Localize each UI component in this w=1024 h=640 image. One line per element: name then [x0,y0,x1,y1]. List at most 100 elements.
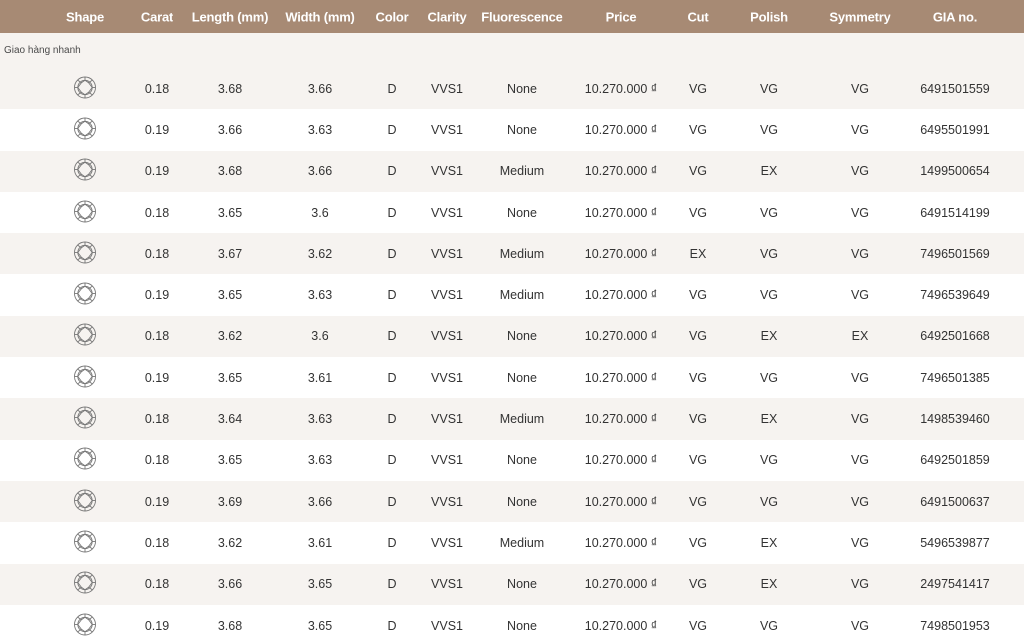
column-header-width[interactable]: Width (mm) [285,9,354,24]
table-row[interactable]: 0.19 3.65 3.63 D VVS1 Medium 10.270.000 ₫ VG VG V… [0,274,1024,316]
cell-width: 3.61 [307,535,333,550]
cell-polish: EX [760,412,778,427]
cell-fluorescence: None [507,329,537,344]
cell-fluorescence: Medium [499,535,545,550]
round-diamond-icon [73,75,97,102]
cell-price: 10.270.000 ₫ [584,205,658,220]
round-diamond-icon [73,323,97,350]
table-row[interactable]: 0.18 3.65 3.63 D VVS1 None 10.270.000 ₫ VG VG VG 6… [0,439,1024,481]
round-diamond-icon [73,282,97,309]
table-row[interactable]: 0.18 3.64 3.63 D VVS1 Medium 10.270.000 ₫ VG EX V… [0,398,1024,440]
cell-color: D [387,246,397,261]
cell-carat: 0.19 [144,122,170,137]
cell-carat: 0.19 [144,494,170,509]
table-row[interactable]: 0.18 3.62 3.6 D VVS1 None 10.270.000 ₫ VG EX EX 64… [0,315,1024,358]
cell-fluorescence: None [507,618,537,633]
cell-price: 10.270.000 ₫ [584,329,658,344]
round-diamond-icon [73,199,97,226]
cell-gia-number: 5496539877 [920,535,990,550]
cell-gia-number: 7496539649 [920,288,990,303]
table-row[interactable]: 0.19 3.65 3.61 D VVS1 None 10.270.000 ₫ VG VG VG 7… [0,357,1024,399]
column-header-cut[interactable]: Cut [687,9,708,24]
cell-price: 10.270.000 ₫ [584,370,658,385]
table-row[interactable]: 0.19 3.68 3.66 D VVS1 Medium 10.270.000 ₫ VG EX V… [0,150,1024,192]
cell-polish: VG [759,81,779,96]
cell-polish: EX [760,577,778,592]
cell-price: 10.270.000 ₫ [584,81,658,96]
cell-fluorescence: None [507,453,537,468]
cell-clarity: VVS1 [431,205,463,220]
cell-color: D [387,164,397,179]
diamond-table: Shape Carat Length (mm) Width (mm) Color Clar… [0,0,1024,640]
column-header-price[interactable]: Price [606,9,637,24]
cell-clarity: VVS1 [431,81,463,96]
column-header-carat[interactable]: Carat [141,9,173,24]
cell-carat: 0.19 [144,164,170,179]
cell-symmetry: VG [850,535,870,550]
cell-clarity: VVS1 [431,618,463,633]
cell-color: D [387,122,397,137]
cell-width: 3.63 [307,288,333,303]
table-row[interactable]: 0.19 3.68 3.65 D VVS1 None 10.270.000 ₫ VG VG VG 7… [0,604,1024,640]
column-header-shape[interactable]: Shape [66,9,104,24]
cell-price: 10.270.000 ₫ [584,288,658,303]
cell-clarity: VVS1 [431,164,463,179]
table-row[interactable]: 0.18 3.62 3.61 D VVS1 Medium 10.270.000 ₫ VG EX V… [0,522,1024,564]
table-row[interactable]: 0.19 3.66 3.63 D VVS1 None 10.270.000 ₫ VG VG VG 6… [0,109,1024,151]
cell-fluorescence: Medium [499,246,545,261]
cell-symmetry: VG [850,453,870,468]
cell-fluorescence: None [507,370,537,385]
cell-symmetry: VG [850,577,870,592]
cell-clarity: VVS1 [431,329,463,344]
cell-price: 10.270.000 ₫ [584,494,658,509]
table-row[interactable]: 0.18 3.67 3.62 D VVS1 Medium 10.270.000 ₫ EX VG V… [0,233,1024,275]
cell-length: 3.65 [217,453,243,468]
round-diamond-icon [73,447,97,474]
cell-width: 3.6 [311,205,329,220]
cell-color: D [387,288,397,303]
column-header-polish[interactable]: Polish [750,9,788,24]
table-row[interactable]: 0.18 3.65 3.6 D VVS1 None 10.270.000 ₫ VG VG VG 64… [0,191,1024,234]
cell-fluorescence: None [507,122,537,137]
group-label: Giao hàng nhanh [4,45,81,56]
cell-length: 3.66 [217,122,243,137]
column-header-clarity[interactable]: Clarity [427,9,466,24]
cell-gia-number: 1499500654 [920,164,990,179]
cell-color: D [387,81,397,96]
cell-gia-number: 6491501559 [920,81,990,96]
cell-price: 10.270.000 ₫ [584,246,658,261]
cell-carat: 0.18 [144,453,170,468]
cell-polish: VG [759,618,779,633]
cell-gia-number: 6491500637 [920,494,990,509]
cell-price: 10.270.000 ₫ [584,122,658,137]
column-header-length[interactable]: Length (mm) [192,9,269,24]
cell-clarity: VVS1 [431,288,463,303]
column-header-symmetry[interactable]: Symmetry [829,9,890,24]
cell-color: D [387,618,397,633]
cell-clarity: VVS1 [431,494,463,509]
cell-carat: 0.19 [144,618,170,633]
cell-color: D [387,494,397,509]
cell-symmetry: VG [850,412,870,427]
cell-fluorescence: None [507,494,537,509]
table-row[interactable]: 0.18 3.66 3.65 D VVS1 None 10.270.000 ₫ VG EX VG 2… [0,563,1024,605]
cell-symmetry: VG [850,370,870,385]
cell-clarity: VVS1 [431,535,463,550]
column-header-fluorescence[interactable]: Fluorescence [481,9,562,24]
cell-width: 3.66 [307,494,333,509]
cell-cut: VG [688,205,708,220]
column-header-color[interactable]: Color [376,9,409,24]
table-row[interactable]: 0.18 3.68 3.66 D VVS1 None 10.270.000 ₫ VG VG VG 6… [0,68,1024,110]
round-diamond-icon [73,529,97,556]
cell-carat: 0.18 [144,81,170,96]
cell-length: 3.64 [217,412,243,427]
cell-length: 3.67 [217,246,243,261]
cell-carat: 0.18 [144,205,170,220]
cell-width: 3.66 [307,164,333,179]
cell-color: D [387,453,397,468]
cell-carat: 0.19 [144,288,170,303]
table-row[interactable]: 0.19 3.69 3.66 D VVS1 None 10.270.000 ₫ VG VG VG 6… [0,480,1024,523]
cell-gia-number: 1498539460 [920,412,990,427]
column-header-gia-number[interactable]: GIA no. [933,9,977,24]
cell-symmetry: VG [850,81,870,96]
